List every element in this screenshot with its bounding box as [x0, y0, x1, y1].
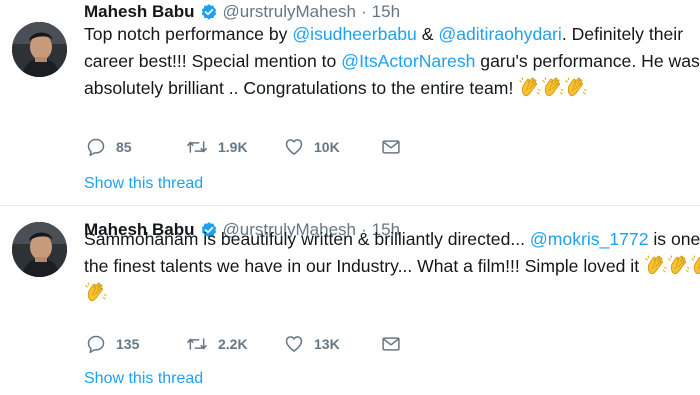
- clapping-hands-emoji: [668, 254, 690, 276]
- tweet-text-segment: absolutely brilliant .. Congratulations …: [84, 78, 518, 98]
- tweet-text-segment: Sammohanam is beautifuly written & brill…: [84, 229, 530, 249]
- show-thread-link[interactable]: Show this thread: [84, 175, 203, 193]
- mention-link[interactable]: @mokris_1772: [530, 229, 649, 249]
- tweet-text-segment: garu's performance. He was: [475, 51, 699, 71]
- reply-button[interactable]: 85: [86, 137, 186, 157]
- tweet-actions: 135 2.2K 13K: [86, 334, 401, 354]
- tweet-text-segment: Top notch performance by: [84, 24, 292, 44]
- author-handle[interactable]: @urstrulyMahesh: [223, 2, 356, 22]
- reply-count: 135: [116, 336, 139, 352]
- like-button[interactable]: 13K: [284, 334, 381, 354]
- like-icon: [284, 137, 304, 157]
- direct-message-button[interactable]: [381, 137, 401, 157]
- tweet-text-segment: career best!!! Special mention to: [84, 51, 341, 71]
- mention-link[interactable]: @ItsActorNaresh: [341, 51, 475, 71]
- retweet-count: 1.9K: [218, 139, 248, 155]
- tweet-text-segment: the finest talents we have in our Indust…: [84, 256, 644, 276]
- tweet-timestamp[interactable]: 15h: [372, 2, 400, 22]
- clapping-hands-emoji-group: [84, 283, 107, 303]
- tweet-text-segment: . Definitely their: [562, 24, 683, 44]
- tweet-text: Sammohanam is beautifuly written & brill…: [84, 226, 698, 307]
- tweet-actions: 85 1.9K 10K: [86, 137, 401, 157]
- separator-dot: ·: [361, 2, 367, 22]
- verified-badge-icon: [200, 3, 218, 21]
- clapping-hands-emoji: [565, 76, 587, 98]
- reply-icon: [86, 137, 106, 157]
- clapping-hands-emoji: [691, 254, 700, 276]
- reply-count: 85: [116, 139, 132, 155]
- like-count: 13K: [314, 336, 340, 352]
- tweet-text: Top notch performance by @isudheerbabu &…: [84, 21, 698, 102]
- reply-button[interactable]: 135: [86, 334, 186, 354]
- clapping-hands-emoji-group: [644, 256, 700, 276]
- reply-icon: [86, 334, 106, 354]
- direct-message-icon: [381, 137, 401, 157]
- mention-link[interactable]: @isudheerbabu: [292, 24, 417, 44]
- show-thread-link[interactable]: Show this thread: [84, 370, 203, 388]
- tweet-text-segment: &: [417, 24, 439, 44]
- tweet-text-segment: is one of: [649, 229, 700, 249]
- retweet-button[interactable]: 2.2K: [186, 334, 284, 354]
- retweet-button[interactable]: 1.9K: [186, 137, 284, 157]
- avatar[interactable]: [12, 222, 67, 277]
- direct-message-button[interactable]: [381, 334, 401, 354]
- retweet-icon: [186, 137, 208, 157]
- like-icon: [284, 334, 304, 354]
- clapping-hands-emoji: [519, 76, 541, 98]
- clapping-hands-emoji: [645, 254, 667, 276]
- like-button[interactable]: 10K: [284, 137, 381, 157]
- retweet-icon: [186, 334, 208, 354]
- clapping-hands-emoji-group: [518, 78, 587, 98]
- direct-message-icon: [381, 334, 401, 354]
- mention-link[interactable]: @aditiraohydari: [438, 24, 561, 44]
- retweet-count: 2.2K: [218, 336, 248, 352]
- clapping-hands-emoji: [85, 281, 107, 303]
- tweet-header: Mahesh Babu @urstrulyMahesh · 15h: [84, 2, 400, 22]
- tweet[interactable]: Mahesh Babu @urstrulyMahesh · 15h Top no…: [0, 0, 700, 200]
- like-count: 10K: [314, 139, 340, 155]
- avatar[interactable]: [12, 22, 67, 77]
- clapping-hands-emoji: [542, 76, 564, 98]
- author-name[interactable]: Mahesh Babu: [84, 2, 195, 22]
